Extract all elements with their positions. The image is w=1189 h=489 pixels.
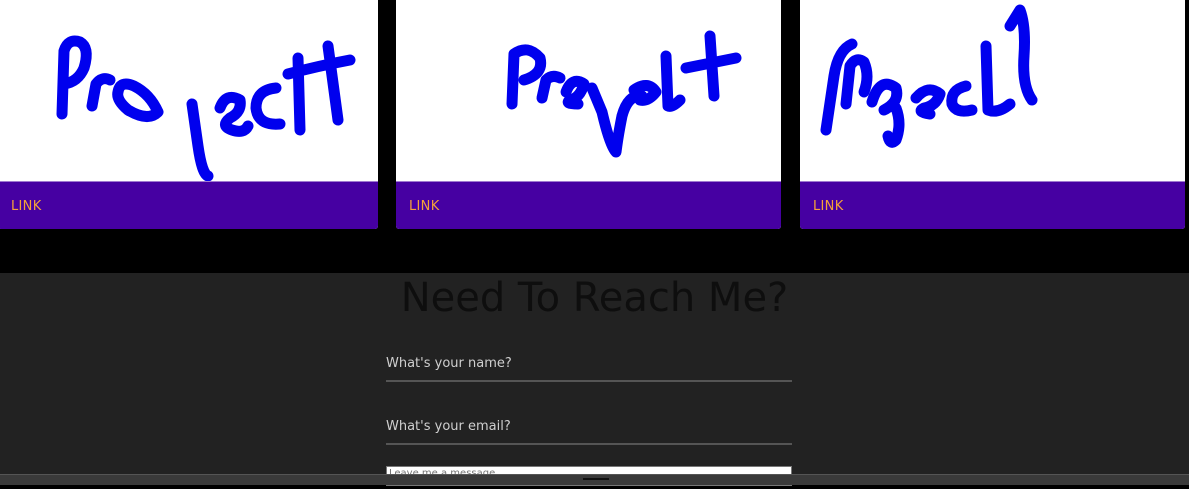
handwritten-project-2: [506, 30, 742, 158]
email-field-wrapper: [386, 415, 792, 445]
project-thumbnail: [396, 0, 781, 182]
card-link-bar: LINK: [0, 181, 378, 229]
card-link-bar: LINK: [396, 181, 781, 229]
project-thumbnail: [800, 0, 1185, 182]
project-card: LINK: [800, 0, 1185, 229]
card-link-bar: LINK: [800, 181, 1185, 229]
project-link[interactable]: LINK: [813, 199, 844, 214]
email-input[interactable]: [386, 419, 792, 445]
name-input[interactable]: [386, 356, 792, 382]
projects-section: LINK LINK LINK: [0, 0, 1189, 273]
contact-section: Need To Reach Me?: [0, 273, 1189, 486]
handwritten-project-1: [56, 35, 356, 182]
project-thumbnail: [0, 0, 378, 182]
name-field-wrapper: [386, 352, 792, 382]
project-card: LINK: [396, 0, 781, 229]
project-card: LINK: [0, 0, 378, 229]
project-link[interactable]: LINK: [409, 199, 440, 214]
contact-title: Need To Reach Me?: [400, 275, 789, 321]
bottom-bar: [0, 474, 1189, 485]
handwritten-project-3: [820, 4, 1038, 148]
project-link[interactable]: LINK: [11, 199, 42, 214]
scroll-handle[interactable]: [583, 478, 609, 480]
